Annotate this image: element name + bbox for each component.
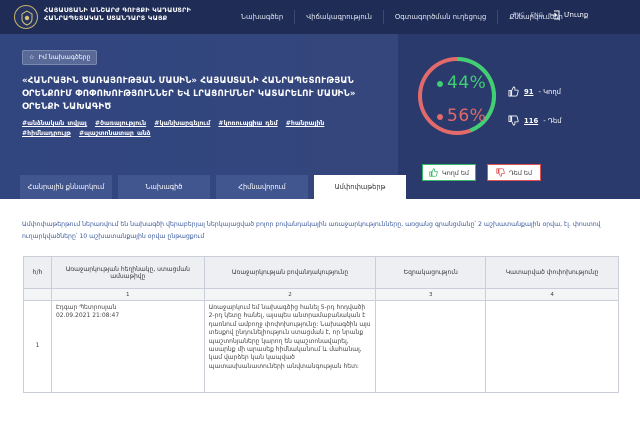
- tag[interactable]: #պաշտոնատար_անձ: [79, 130, 151, 137]
- page: ՀԱՅԱՍՏԱՆԻ ԱՆՇԱՐԺ ԳՈՒՅՔԻ ԿԱԴԱՍՏՐԻ ՀԱՆՐԱՊԵ…: [0, 0, 640, 421]
- login-label: Մուտք: [564, 11, 589, 19]
- tab-public-discussion[interactable]: Հանրային քննարկում: [20, 175, 112, 199]
- column-number-cell: 1: [50, 288, 205, 301]
- vote-no-button[interactable]: Դեմ եմ: [487, 164, 541, 181]
- coat-of-arms-logo[interactable]: [14, 5, 38, 29]
- site-name: ՀԱՅԱՍՏԱՆԻ ԱՆՇԱՐԺ ԳՈՒՅՔԻ ԿԱԴԱՍՏՐԻ ՀԱՆՐԱՊԵ…: [44, 6, 191, 22]
- thumbs-down-icon: [496, 168, 505, 177]
- tag[interactable]: #կանխարգելում: [154, 120, 210, 127]
- row-author: Էդգար Պետրոսյան: [55, 304, 117, 311]
- tag[interactable]: #ծառայություն: [95, 120, 146, 127]
- tag[interactable]: #հիմնադրույթ: [22, 130, 71, 137]
- language-switcher: РУС ENG: [513, 12, 547, 19]
- column-header: Առաջարկության բովանդակությունը: [203, 256, 377, 289]
- summary-description: Ամփոփաթերթում ներառվում են նախագծի վերաբ…: [22, 221, 601, 240]
- yes-percent: 44%: [447, 73, 487, 93]
- tab-summary[interactable]: Ամփոփաթերթ: [314, 175, 406, 199]
- column-number-cell: 2: [203, 288, 377, 301]
- row-conclusion: [375, 300, 487, 393]
- tab-justification[interactable]: Հիմնավորում: [216, 175, 308, 199]
- vote-yes-label: Կողմ եմ: [442, 168, 469, 177]
- suggestions-table: հ/հ Առաջարկության հեղինակը, ստացման ամսա…: [23, 256, 619, 393]
- tag[interactable]: #կոռուպցիա_դեմ: [218, 120, 277, 127]
- column-number-row: 1 2 3 4: [23, 288, 619, 301]
- yes-count-label: - Կողմ: [538, 87, 561, 96]
- column-header: Կատարված փոփոխությունը: [485, 256, 619, 289]
- thumbs-down-icon: [508, 115, 519, 126]
- column-header: հ/հ: [23, 256, 52, 289]
- no-count[interactable]: 116: [524, 117, 538, 125]
- yes-count-stat: 91 - Կողմ: [508, 86, 561, 97]
- row-content: Առաջարկում եմ նախագծից հանել 5-րդ հոդված…: [203, 300, 377, 393]
- nav-user-guide[interactable]: Օգտագործման ուղեցույց: [384, 10, 499, 24]
- row-index: 1: [23, 300, 52, 393]
- nav-projects[interactable]: Նախագծեր: [230, 10, 296, 24]
- column-header: Եզրակացություն: [375, 256, 487, 289]
- favorite-button[interactable]: ☆ Իմ նախագծերը: [22, 50, 98, 65]
- yes-dot: [437, 81, 443, 87]
- column-number-cell: [23, 288, 52, 301]
- project-title: «ՀԱՆՐԱՅԻՆ ԾԱՌԱՅՈՒԹՅԱՆ ՄԱՍԻՆ» ՀԱՅԱՍՏԱՆԻ Հ…: [22, 76, 356, 112]
- yes-count[interactable]: 91: [524, 88, 533, 96]
- column-number-cell: 3: [375, 288, 487, 301]
- tag-list: #անձնական_տվյալ #ծառայություն #կանխարգել…: [22, 119, 342, 139]
- vote-yes-button[interactable]: Կողմ եմ: [422, 164, 476, 181]
- project-tabs: Հանրային քննարկում Նախագիծ Հիմնավորում Ա…: [20, 175, 406, 199]
- table-row: 1 Էդգար Պետրոսյան 02.09.2021 21:08:47 Առ…: [23, 300, 619, 393]
- row-author-cell: Էդգար Պետրոսյան 02.09.2021 21:08:47: [50, 300, 205, 393]
- no-count-stat: 116 - Դեմ: [508, 115, 562, 126]
- column-number-cell: 4: [485, 288, 619, 301]
- login-link[interactable]: Մուտք: [550, 10, 588, 20]
- table-header-row: հ/հ Առաջարկության հեղինակը, ստացման ամսա…: [23, 256, 619, 289]
- tab-draft[interactable]: Նախագիծ: [118, 175, 210, 199]
- thumbs-up-icon: [429, 168, 438, 177]
- tag[interactable]: #հանրային: [286, 120, 325, 127]
- nav-statistics[interactable]: Վիճակագրություն: [295, 10, 384, 24]
- site-name-line2: ՀԱՆՐԱՊԵՏԱԿԱՆ ՍՏԱՆԴԱՐՏ ԿԱՅՔ: [44, 14, 168, 22]
- star-icon: ☆: [29, 54, 35, 61]
- row-change: [485, 300, 619, 393]
- no-percent: 56%: [447, 106, 487, 126]
- favorite-label: Իմ նախագծերը: [38, 54, 91, 61]
- no-dot: [437, 114, 443, 120]
- emblem-icon: [21, 10, 33, 26]
- thumbs-up-icon: [508, 86, 519, 97]
- site-name-line1: ՀԱՅԱՍՏԱՆԻ ԱՆՇԱՐԺ ԳՈՒՅՔԻ ԿԱԴԱՍՏՐԻ: [44, 6, 191, 14]
- lang-en[interactable]: ENG: [530, 12, 543, 19]
- login-icon: [551, 10, 560, 20]
- column-header: Առաջարկության հեղինակը, ստացման ամսաթիվը: [50, 256, 205, 289]
- header: ՀԱՅԱՍՏԱՆԻ ԱՆՇԱՐԺ ԳՈՒՅՔԻ ԿԱԴԱՍՏՐԻ ՀԱՆՐԱՊԵ…: [0, 0, 640, 34]
- tag[interactable]: #անձնական_տվյալ: [22, 120, 87, 127]
- row-date: 02.09.2021 21:08:47: [55, 312, 120, 320]
- lang-ru[interactable]: РУС: [513, 12, 524, 19]
- no-count-label: - Դեմ: [543, 116, 562, 125]
- vote-no-label: Դեմ եմ: [508, 168, 533, 177]
